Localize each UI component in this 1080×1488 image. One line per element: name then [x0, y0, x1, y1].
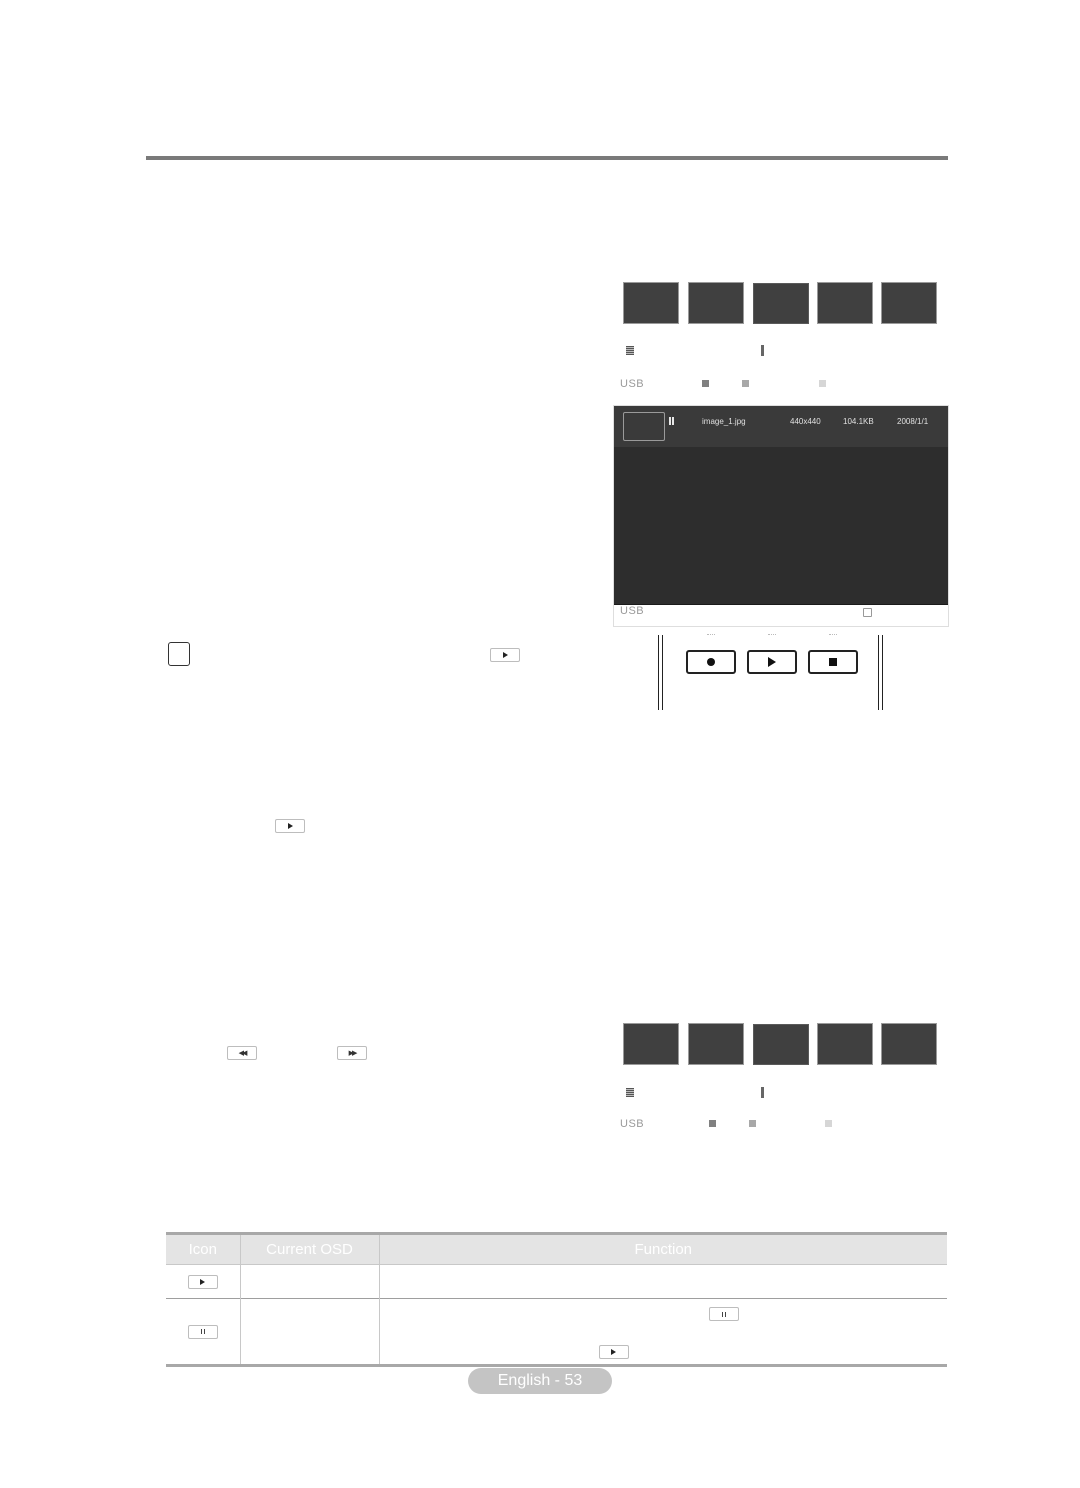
column-header-current-osd: Current OSD — [239, 1232, 379, 1265]
page-number-label: English - 53 — [468, 1368, 612, 1394]
pause-key — [187, 1324, 218, 1339]
return-icon — [863, 608, 872, 617]
thumbnail[interactable] — [881, 1023, 937, 1065]
legend-square-light — [819, 380, 826, 387]
thumbnail[interactable] — [623, 282, 679, 324]
osd-cell — [239, 1298, 379, 1367]
legend-square-mid — [749, 1120, 756, 1127]
file-date: 2008/1/1 — [897, 417, 929, 426]
list-icon — [626, 1088, 634, 1097]
record-icon — [707, 658, 715, 666]
image-display-area — [614, 447, 948, 605]
play-key — [598, 1345, 629, 1359]
play-key — [187, 1274, 218, 1289]
play-icon — [611, 1349, 616, 1355]
file-name: image_1.jpg — [702, 417, 746, 426]
play-icon — [200, 1278, 206, 1285]
play-icon — [502, 652, 508, 658]
thumbnail-selected[interactable] — [753, 283, 809, 324]
thumbnail[interactable] — [817, 282, 873, 324]
button-label-mark — [768, 634, 776, 636]
button-label-mark — [829, 634, 837, 636]
usb-label: USB — [620, 378, 645, 390]
file-resolution: 440x440 — [790, 417, 821, 426]
file-size: 104.1KB — [843, 417, 874, 426]
pause-icon — [721, 1311, 726, 1317]
record-button[interactable] — [686, 650, 736, 674]
usb-label: USB — [620, 1118, 645, 1130]
thumbnail[interactable] — [817, 1023, 873, 1065]
legend-square-dark — [702, 380, 709, 387]
play-button[interactable] — [747, 650, 797, 674]
column-header-function: Function — [378, 1232, 947, 1265]
thumbnail[interactable] — [688, 1023, 744, 1065]
viewer-info-bar: image_1.jpg 440x440 104.1KB 2008/1/1 — [614, 406, 948, 447]
header-rule — [146, 156, 948, 160]
play-icon — [768, 657, 776, 667]
thumbnail[interactable] — [623, 1023, 679, 1065]
scroll-position-icon — [761, 1087, 764, 1098]
scroll-position-icon — [761, 345, 764, 356]
icon-cell — [166, 1264, 240, 1299]
legend-square-mid — [742, 380, 749, 387]
stop-icon — [829, 658, 837, 666]
thumbnail-selected[interactable] — [753, 1024, 809, 1065]
image-viewer-osd: image_1.jpg 440x440 104.1KB 2008/1/1 USB — [613, 405, 949, 627]
thumbnail[interactable] — [688, 282, 744, 324]
legend-square-light — [825, 1120, 832, 1127]
remote-edge-right — [878, 635, 883, 710]
note-hand-icon — [168, 642, 190, 666]
viewer-thumbnail — [623, 412, 665, 441]
table-row — [166, 1298, 947, 1367]
fast-forward-key: ▶▶ — [337, 1046, 367, 1060]
list-icon — [626, 346, 634, 355]
osd-function-table: Icon Current OSD Function — [166, 1232, 947, 1367]
viewer-usb-label: USB — [620, 605, 645, 617]
rewind-icon: ◀◀ — [238, 1050, 248, 1057]
function-cell — [378, 1298, 947, 1367]
stop-button[interactable] — [808, 650, 858, 674]
pause-icon — [669, 417, 674, 425]
thumbnail[interactable] — [881, 282, 937, 324]
play-key — [275, 819, 305, 833]
pause-icon — [200, 1329, 205, 1334]
button-label-mark — [707, 634, 715, 636]
rewind-key: ◀◀ — [227, 1046, 257, 1060]
remote-edge-left — [658, 635, 663, 710]
pause-key — [708, 1307, 739, 1321]
play-key — [490, 648, 520, 662]
legend-square-dark — [709, 1120, 716, 1127]
function-cell — [378, 1264, 947, 1299]
table-header-row: Icon Current OSD Function — [166, 1232, 947, 1265]
icon-cell — [166, 1298, 240, 1367]
osd-cell — [239, 1264, 379, 1299]
play-icon — [287, 823, 293, 829]
table-row — [166, 1264, 947, 1299]
fast-forward-icon: ▶▶ — [348, 1050, 358, 1057]
column-header-icon: Icon — [166, 1232, 240, 1265]
